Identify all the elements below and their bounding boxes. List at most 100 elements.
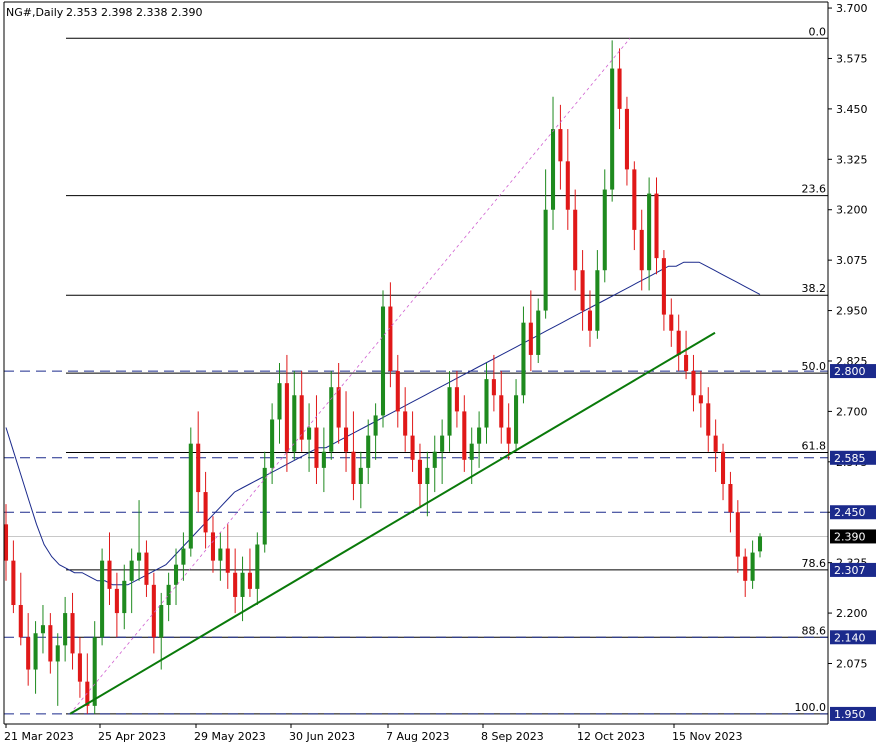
candle-body: [757, 536, 763, 552]
price-tick-label: 3.575: [836, 52, 868, 65]
candle-body: [255, 544, 260, 589]
fib-level-label: 100.0: [795, 701, 827, 714]
price-tick-label: 3.075: [836, 254, 868, 267]
candle-body: [233, 572, 238, 597]
price-tag-label: 2.390: [834, 530, 866, 543]
candle-body: [469, 443, 474, 460]
fib-level-label: 0.0: [809, 25, 827, 38]
price-tag-label: 2.307: [834, 564, 866, 577]
candle-body: [277, 383, 282, 420]
fib-level-label: 88.6: [802, 624, 827, 637]
candle-body: [100, 560, 105, 638]
fib-level-label: 61.8: [802, 440, 827, 453]
price-tag-label: 2.450: [834, 506, 866, 519]
candle-body: [491, 379, 496, 396]
candle-body: [713, 435, 718, 452]
candle-body: [77, 653, 82, 682]
candle-body: [506, 427, 511, 444]
candle-body: [684, 354, 689, 372]
candle-body: [107, 560, 112, 589]
chart-title: NG#,Daily: [6, 6, 64, 19]
candle-body: [380, 306, 386, 416]
candle-body: [750, 552, 755, 581]
candle-body: [159, 605, 164, 638]
price-tick-label: 3.200: [836, 204, 868, 217]
candle-body: [240, 572, 245, 597]
candle-body: [440, 435, 445, 452]
candle-body: [336, 387, 341, 428]
price-tag-label: 2.585: [834, 452, 866, 465]
candle-body: [403, 411, 408, 436]
candle-body: [55, 645, 60, 662]
candle-body: [661, 258, 666, 315]
candle-body: [654, 193, 659, 259]
candle-body: [373, 415, 378, 436]
candle-body: [188, 443, 193, 549]
candle-body: [669, 314, 674, 331]
candle-body: [447, 387, 452, 436]
fib-level-label: 78.6: [802, 557, 827, 570]
candle-body: [344, 427, 349, 452]
price-tick-label: 2.075: [836, 657, 868, 670]
time-tick-label: 15 Nov 2023: [672, 730, 742, 743]
candle-body: [114, 588, 119, 614]
candle-body: [602, 189, 607, 271]
candle-body: [351, 451, 356, 485]
candle-body: [329, 387, 334, 452]
candlestick-chart: 0.023.638.250.061.878.688.6100.0 3.7003.…: [0, 0, 880, 747]
candle-body: [543, 209, 548, 311]
price-tick-label: 3.325: [836, 153, 868, 166]
candle-body: [528, 322, 533, 355]
candle-body: [203, 492, 208, 533]
candle-body: [624, 108, 629, 170]
candle-body: [247, 572, 252, 589]
candle-body: [425, 467, 430, 485]
time-tick-label: 8 Sep 2023: [481, 730, 544, 743]
price-tick-label: 2.700: [836, 405, 868, 418]
candle-body: [284, 383, 289, 452]
candle-body: [166, 584, 171, 606]
price-tick-label: 2.950: [836, 305, 868, 318]
candle-body: [521, 322, 526, 396]
candle-body: [514, 395, 519, 444]
candle-body: [144, 552, 149, 585]
candle-body: [417, 459, 422, 485]
candle-body: [565, 161, 570, 210]
candle-body: [639, 229, 644, 271]
candle-body: [40, 625, 45, 634]
candle-body: [129, 560, 134, 581]
candle-body: [181, 548, 186, 565]
time-tick-label: 21 Mar 2023: [4, 730, 74, 743]
candle-body: [735, 512, 740, 557]
candle-body: [573, 209, 578, 271]
candle-body: [292, 395, 297, 452]
candle-body: [410, 435, 415, 460]
candle-body: [26, 637, 31, 670]
price-tick-label: 3.700: [836, 2, 868, 15]
candle-body: [617, 68, 622, 109]
price-tick-label: 3.450: [836, 103, 868, 116]
fib-level-label: 23.6: [802, 183, 827, 196]
candle-body: [122, 580, 127, 614]
candle-body: [462, 411, 467, 460]
candle-body: [499, 395, 504, 428]
candle-body: [225, 548, 230, 573]
candle-body: [314, 427, 319, 468]
fib-level-label: 38.2: [802, 282, 827, 295]
candle-body: [18, 605, 23, 638]
candle-body: [70, 613, 75, 654]
candle-body: [558, 129, 563, 162]
candle-body: [454, 387, 459, 412]
candle-body: [210, 532, 216, 561]
candle-body: [721, 451, 726, 485]
candle-body: [728, 484, 733, 513]
candle-body: [388, 306, 393, 372]
candle-body: [92, 637, 97, 706]
price-tag-label: 1.950: [834, 708, 866, 721]
price-tick-label: 2.200: [836, 607, 868, 620]
candle-body: [743, 556, 748, 581]
candle-body: [647, 193, 652, 271]
candle-body: [137, 552, 142, 561]
time-tick-label: 30 Jun 2023: [289, 730, 355, 743]
candle-body: [307, 427, 312, 440]
